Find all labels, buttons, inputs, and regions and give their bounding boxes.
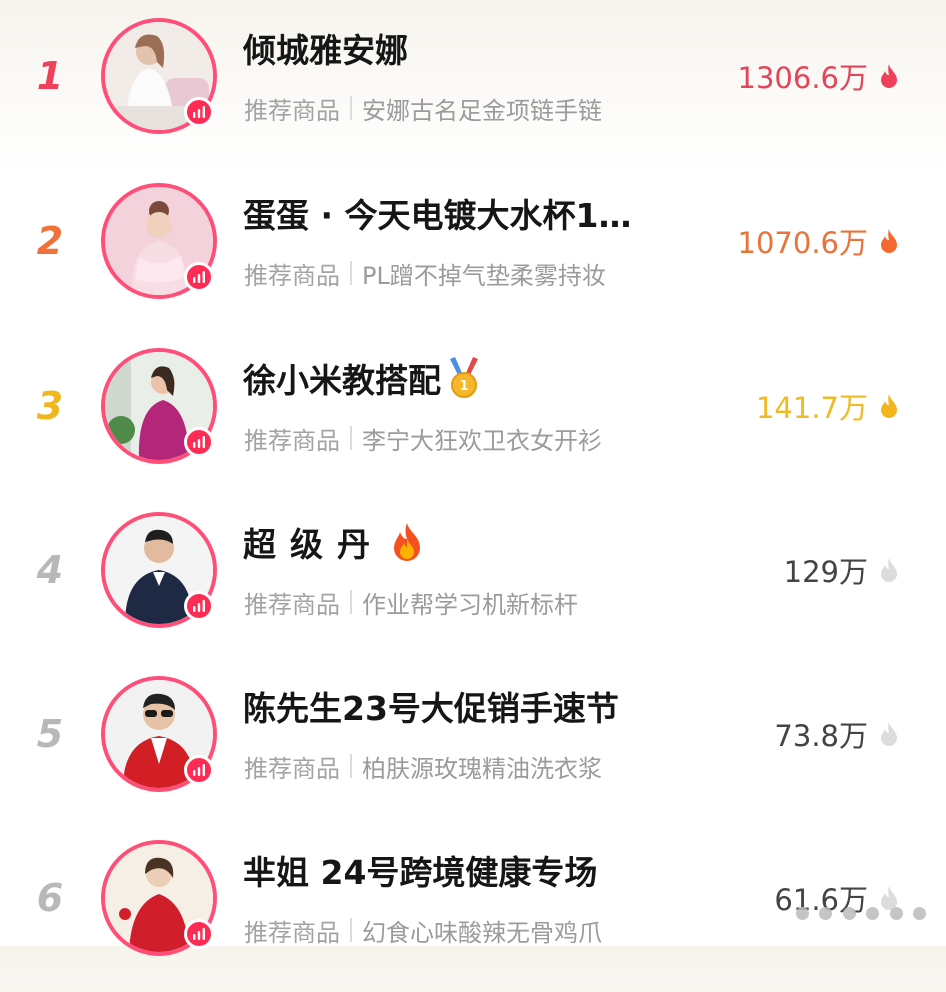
live-indicator-icon xyxy=(184,919,214,949)
rank-number: 4 xyxy=(36,548,64,592)
heat-value: 73.8万 xyxy=(774,719,868,753)
heat-value: 1070.6万 xyxy=(737,226,868,260)
streamer-name[interactable]: 蛋蛋 · 今天电镀大水杯1… xyxy=(243,189,631,237)
dot xyxy=(866,906,880,920)
divider xyxy=(350,96,352,120)
svg-text:1: 1 xyxy=(459,379,468,394)
recommended-product[interactable]: 柏肤源玫瑰精油洗衣浆 xyxy=(362,749,602,784)
streamer-name[interactable]: 芈姐 24号跨境健康专场 xyxy=(243,846,597,894)
heat-count: 1306.6万 xyxy=(738,56,900,96)
heat-count: 1070.6万 xyxy=(738,221,900,261)
flame-orange-icon xyxy=(881,229,897,253)
ranking-row[interactable]: 3 徐小米教搭配 1 推荐商品 李宁大狂欢卫衣女开衫 141.7万 xyxy=(0,336,946,500)
ranking-row[interactable]: 2 蛋蛋 · 今天电镀大水杯1… 推荐商品 PL蹭不掉气垫柔雾持妆 1070.6… xyxy=(0,171,946,335)
recommended-label: 推荐商品 xyxy=(244,754,340,783)
divider xyxy=(350,261,352,285)
recommended-product[interactable]: PL蹭不掉气垫柔雾持妆 xyxy=(362,256,606,291)
divider xyxy=(350,918,352,942)
dot xyxy=(912,906,926,920)
recommended-label: 推荐商品 xyxy=(244,96,340,125)
recommended-product[interactable]: 安娜古名足金项链手链 xyxy=(362,91,602,126)
dot xyxy=(819,906,833,920)
recommended-label: 推荐商品 xyxy=(244,918,340,947)
recommended-label: 推荐商品 xyxy=(244,261,340,290)
heat-count: 129万 xyxy=(784,550,900,590)
ranking-row[interactable]: 4 超级丹 推荐商品 作业帮学习机新标杆 129万 xyxy=(0,500,946,664)
recommended-product[interactable]: 作业帮学习机新标杆 xyxy=(362,585,578,620)
flame-gray-icon xyxy=(881,722,897,746)
streamer-name[interactable]: 倾城雅安娜 xyxy=(243,24,408,72)
heat-value: 1306.6万 xyxy=(737,61,868,95)
dot xyxy=(796,906,809,920)
fire-emoji-icon xyxy=(394,523,420,561)
flame-yellow-icon xyxy=(881,394,897,418)
divider xyxy=(350,426,352,450)
live-indicator-icon xyxy=(184,262,214,292)
rank-number: 1 xyxy=(36,54,64,98)
live-indicator-icon xyxy=(184,427,214,457)
live-indicator-icon xyxy=(184,97,214,127)
streamer-name[interactable]: 徐小米教搭配 xyxy=(243,354,441,402)
streamer-name[interactable]: 超级丹 xyxy=(243,518,384,566)
heat-count: 73.8万 xyxy=(774,714,900,754)
recommended-product[interactable]: 李宁大狂欢卫衣女开衫 xyxy=(362,421,602,456)
flame-red-icon xyxy=(881,64,897,88)
heat-value: 129万 xyxy=(783,555,868,589)
ranking-row[interactable]: 1 倾城雅安娜 推荐商品 安娜古名足金项链手链 1306.6万 xyxy=(0,6,946,170)
divider xyxy=(350,754,352,778)
ranking-row[interactable]: 5 陈先生23号大促销手速节 推荐商品 柏肤源玫瑰精油洗衣浆 73.8万 xyxy=(0,664,946,828)
more-dots-icon[interactable] xyxy=(796,898,926,928)
rank-number: 2 xyxy=(36,219,64,263)
heat-count: 141.7万 xyxy=(756,386,900,426)
live-indicator-icon xyxy=(184,755,214,785)
streamer-name[interactable]: 陈先生23号大促销手速节 xyxy=(243,682,619,730)
rank-number: 3 xyxy=(36,384,64,428)
rank-number: 6 xyxy=(36,876,64,920)
dot xyxy=(842,906,856,920)
live-indicator-icon xyxy=(184,591,214,621)
dot xyxy=(889,906,903,920)
recommended-label: 推荐商品 xyxy=(244,590,340,619)
gold-medal-icon: 1 xyxy=(450,357,478,398)
recommended-product[interactable]: 幻食心味酸辣无骨鸡爪 xyxy=(362,913,602,948)
live-ranking-list: 1 倾城雅安娜 推荐商品 安娜古名足金项链手链 1306.6万 2 蛋蛋 · 今… xyxy=(0,0,946,956)
divider xyxy=(350,590,352,614)
heat-value: 141.7万 xyxy=(755,391,868,425)
recommended-label: 推荐商品 xyxy=(244,426,340,455)
rank-number: 5 xyxy=(36,712,64,756)
flame-gray-icon xyxy=(881,558,897,582)
